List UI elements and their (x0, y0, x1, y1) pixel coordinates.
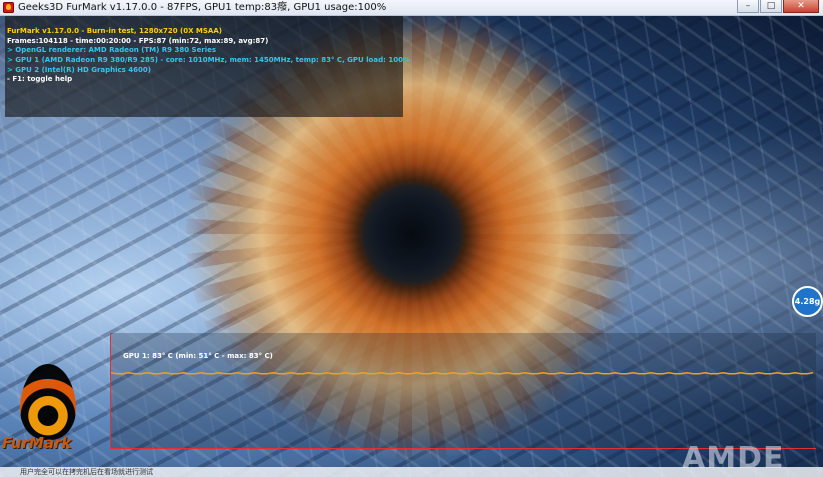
bottom-caption-text: 用户完全可以在拷完机后在看场就进行测试 (20, 468, 153, 476)
info-renderer-line: > OpenGL renderer: AMD Radeon (TM) R9 38… (7, 46, 217, 54)
info-title-line: FurMark v1.17.0.0 - Burn-in test, 1280x7… (7, 27, 222, 35)
temperature-graph: GPU 1: 83° C (min: 51° C - max: 83° C) (110, 333, 816, 449)
info-gpu2-line: > GPU 2 (Intel(R) HD Graphics 4600) (7, 66, 151, 74)
minimize-button[interactable]: – (737, 0, 759, 13)
maximize-button[interactable]: □ (760, 0, 782, 13)
window-controls: – □ ✕ (736, 0, 819, 14)
graph-temperature-label: GPU 1: 83° C (min: 51° C - max: 83° C) (123, 352, 273, 360)
window-title: Geeks3D FurMark v1.17.0.0 - 87FPS, GPU1 … (18, 2, 387, 13)
furmark-app-icon[interactable] (3, 2, 14, 13)
info-frames-line: Frames:104118 - time:00:20:00 - FPS:87 (… (7, 37, 269, 45)
info-overlay: FurMark v1.17.0.0 - Burn-in test, 1280x7… (5, 16, 410, 117)
info-help-line: - F1: toggle help (7, 75, 73, 83)
temperature-graph-svg (111, 371, 814, 375)
gpu1-temperature-line (111, 371, 814, 375)
close-button[interactable]: ✕ (783, 0, 819, 13)
title-bar[interactable]: Geeks3D FurMark v1.17.0.0 - 87FPS, GPU1 … (0, 0, 823, 16)
furmark-logo: FurMark (2, 364, 102, 460)
side-widget-badge[interactable]: 4.28g (792, 286, 823, 317)
logo-text: FurMark (2, 434, 72, 452)
info-gpu1-line: > GPU 1 (AMD Radeon R9 380/R9 285) - cor… (7, 56, 410, 64)
render-viewport[interactable]: FurMark v1.17.0.0 - Burn-in test, 1280x7… (0, 16, 823, 477)
furmark-window: Geeks3D FurMark v1.17.0.0 - 87FPS, GPU1 … (0, 0, 823, 477)
flame-icon (20, 364, 76, 440)
bottom-strip: 用户完全可以在拷完机后在看场就进行测试 (0, 467, 823, 477)
